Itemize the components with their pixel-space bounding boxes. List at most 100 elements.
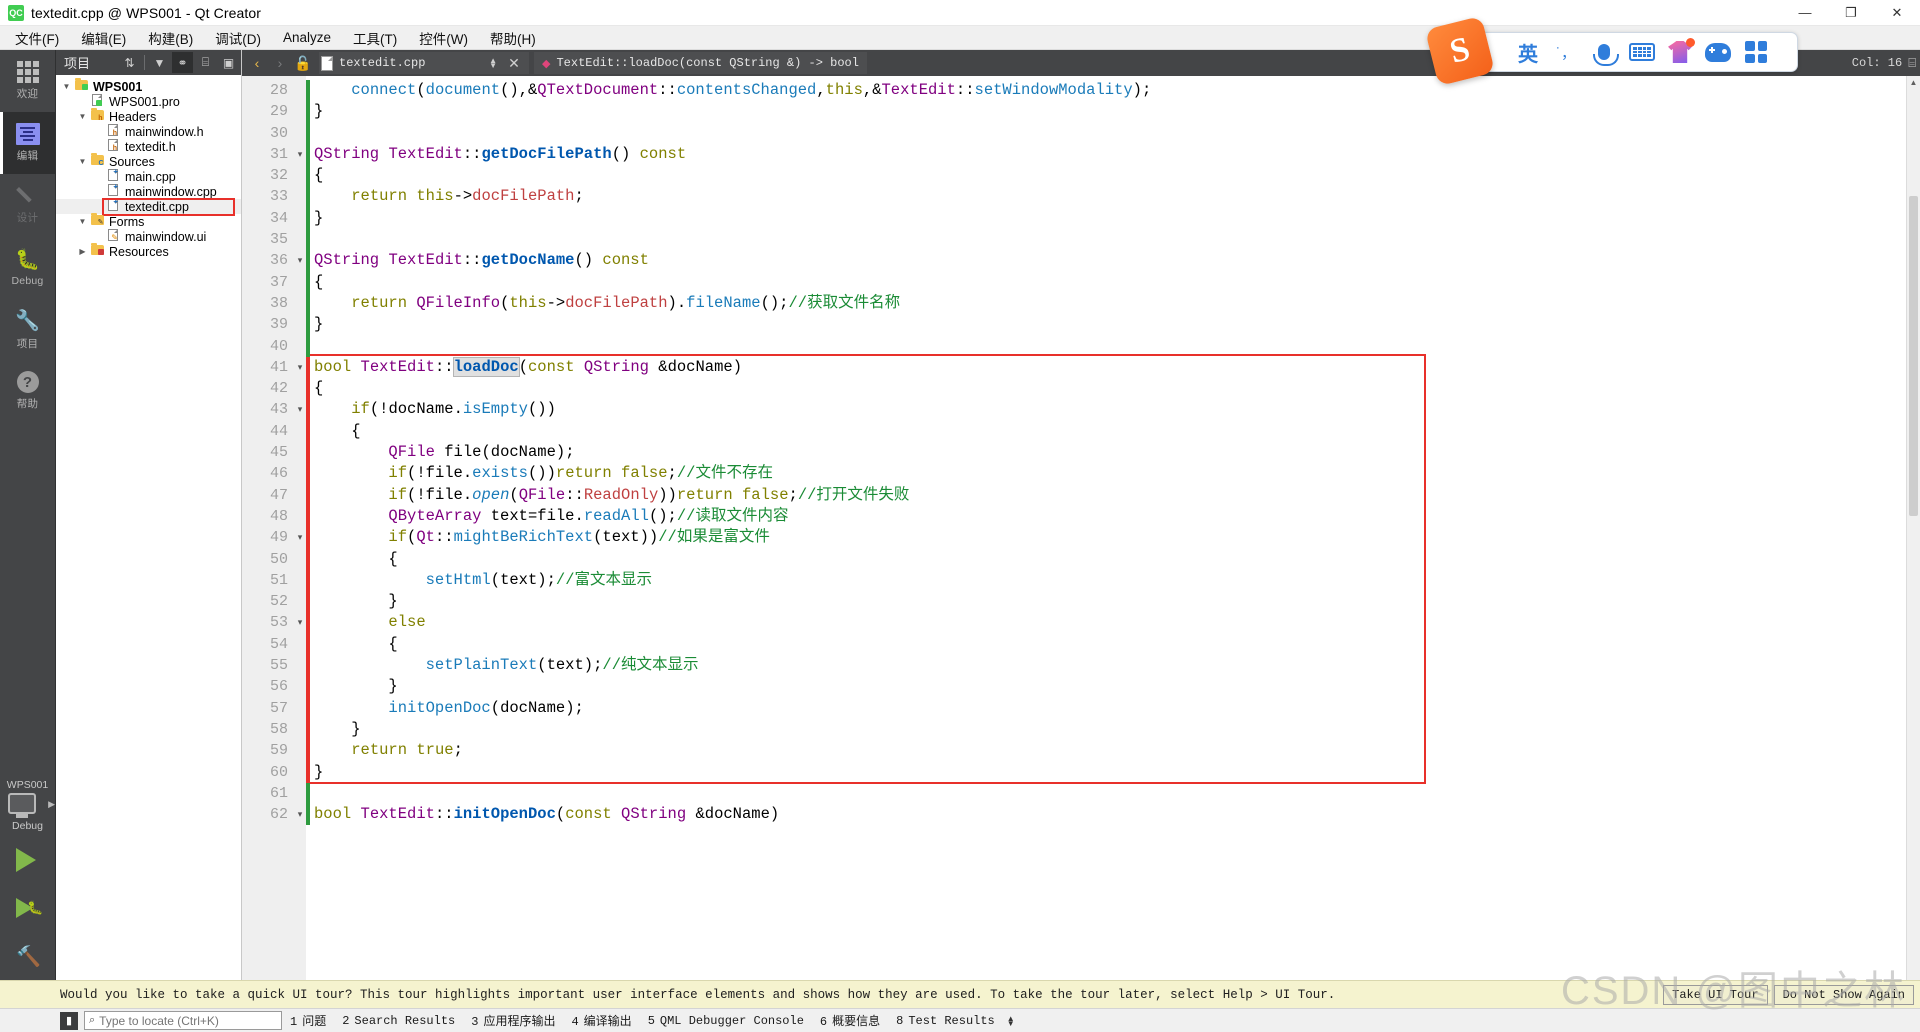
menu-item-6[interactable]: 控件(W) <box>408 25 479 51</box>
output-pane-button-1[interactable]: 1 问题 <box>282 1012 334 1029</box>
mode-projects[interactable]: 🔧 项目 <box>0 298 55 360</box>
tree-item-resources[interactable]: ▶ Resources <box>56 243 241 259</box>
expander-icon[interactable]: ▼ <box>76 157 89 166</box>
output-pane-chevron-icon[interactable]: ▲ ▼ <box>1007 1014 1015 1027</box>
toolbox-icon[interactable] <box>1739 37 1773 67</box>
code-line[interactable]: if(!file.exists())return false;//文件不存在 <box>310 463 1906 484</box>
fold-toggle-icon[interactable]: ▾ <box>294 250 306 271</box>
skin-icon[interactable] <box>1663 37 1697 67</box>
expander-icon[interactable]: ▶ <box>76 247 89 256</box>
code-line[interactable]: return QFileInfo(this->docFilePath).file… <box>310 293 1906 314</box>
voice-input-icon[interactable] <box>1587 37 1621 67</box>
locator[interactable]: ⌕ <box>84 1011 282 1030</box>
mode-edit[interactable]: 编辑 <box>0 112 55 174</box>
sogou-ime-toolbar[interactable]: S 英 ˙， <box>1424 15 1798 87</box>
locator-input[interactable] <box>99 1013 281 1028</box>
code-line[interactable]: } <box>310 762 1906 783</box>
mode-help[interactable]: ? 帮助 <box>0 360 55 422</box>
tree-item-sources[interactable]: ▼Sources <box>56 153 241 169</box>
tree-item-main-cpp[interactable]: main.cpp <box>56 167 241 184</box>
mode-debug[interactable]: 🐛 Debug <box>0 236 55 298</box>
menu-item-0[interactable]: 文件(F) <box>4 25 70 51</box>
close-document-icon[interactable]: ✕ <box>503 52 525 74</box>
tree-item-mainwindow-h[interactable]: mainwindow.h <box>56 124 241 139</box>
lock-icon[interactable]: 🔓 <box>292 52 314 74</box>
code-editor[interactable]: 28 29 30 31 32 33 34 35 36 37 38 39 40 41 42 43 44 45 46 47… <box>242 76 1920 980</box>
code-line[interactable]: { <box>310 165 1906 186</box>
code-line[interactable]: bool TextEdit::loadDoc(const QString &do… <box>310 356 1906 378</box>
open-documents-combo[interactable]: textedit.cpp ▲ ▼ ✕ <box>319 52 529 74</box>
code-line[interactable]: { <box>310 421 1906 442</box>
code-line[interactable]: { <box>310 378 1906 399</box>
code-line[interactable] <box>310 229 1906 250</box>
code-line[interactable] <box>310 123 1906 144</box>
code-line[interactable]: QString TextEdit::getDocFilePath() const <box>310 144 1906 165</box>
fold-toggle-icon[interactable]: ▾ <box>294 804 306 825</box>
code-line[interactable]: { <box>310 634 1906 655</box>
code-line[interactable]: setHtml(text);//富文本显示 <box>310 570 1906 591</box>
output-pane-button-4[interactable]: 4 编译输出 <box>563 1012 639 1029</box>
output-pane-button-5[interactable]: 5 QML Debugger Console <box>640 1014 812 1028</box>
output-pane-button-6[interactable]: 6 概要信息 <box>812 1012 888 1029</box>
code-line[interactable]: connect(document(),&QTextDocument::conte… <box>310 80 1906 101</box>
code-line[interactable]: } <box>310 101 1906 122</box>
menu-item-3[interactable]: 调试(D) <box>204 25 272 51</box>
tree-item-mainwindow-ui[interactable]: mainwindow.ui <box>56 229 241 244</box>
fold-marker-column[interactable]: ▾ ▾ ▾ ▾ ▾ ▾ ▾ <box>294 76 306 980</box>
navigate-back-button[interactable]: ‹ <box>246 52 268 74</box>
code-line[interactable]: } <box>310 591 1906 612</box>
symbol-combo[interactable]: ◆ TextEdit::loadDoc(const QString &) -> … <box>534 52 867 74</box>
fold-toggle-icon[interactable]: ▾ <box>294 144 306 165</box>
do-not-show-again-button[interactable]: Do Not Show Again <box>1773 984 1914 1005</box>
start-debugging-button[interactable]: 🐛 <box>0 884 55 932</box>
run-button[interactable] <box>0 836 55 884</box>
menu-item-2[interactable]: 构建(B) <box>137 25 204 51</box>
scroll-up-arrow[interactable]: ▲ <box>1907 76 1920 90</box>
output-pane-button-2[interactable]: 2 Search Results <box>334 1014 463 1028</box>
sync-selector-icon[interactable]: ⇅ <box>119 52 140 73</box>
close-button[interactable]: ✕ <box>1874 0 1920 26</box>
code-line[interactable]: } <box>310 314 1906 335</box>
language-mode-icon[interactable]: 英 <box>1511 37 1545 67</box>
minimize-button[interactable]: — <box>1782 0 1828 26</box>
editor-vertical-scrollbar[interactable]: ▲ <box>1906 76 1920 980</box>
code-line[interactable]: } <box>310 208 1906 229</box>
tree-item-mainwindow-cpp[interactable]: mainwindow.cpp <box>56 182 241 199</box>
tree-item-wps001[interactable]: ▼ WPS001 <box>56 78 241 94</box>
split-icon[interactable]: ⌸ <box>195 52 216 73</box>
fold-toggle-icon[interactable]: ▾ <box>294 399 306 420</box>
game-icon[interactable] <box>1701 37 1735 67</box>
expander-icon[interactable]: ▼ <box>76 112 89 121</box>
scrollbar-thumb[interactable] <box>1909 196 1918 516</box>
code-line[interactable]: else <box>310 612 1906 633</box>
code-line[interactable]: if(!file.open(QFile::ReadOnly))return fa… <box>310 485 1906 506</box>
code-line[interactable]: } <box>310 719 1906 740</box>
fold-toggle-icon[interactable]: ▾ <box>294 612 306 633</box>
code-line[interactable]: bool TextEdit::initOpenDoc(const QString… <box>310 804 1906 825</box>
tree-item-textedit-h[interactable]: textedit.h <box>56 139 241 154</box>
code-line[interactable] <box>310 336 1906 357</box>
code-line[interactable]: setPlainText(text);//纯文本显示 <box>310 655 1906 676</box>
code-line[interactable]: initOpenDoc(docName); <box>310 698 1906 719</box>
chevron-updown-icon[interactable]: ▲ ▼ <box>489 57 497 70</box>
code-line[interactable] <box>310 783 1906 804</box>
take-ui-tour-button[interactable]: Take UI Tour <box>1663 984 1768 1005</box>
code-line[interactable]: return true; <box>310 740 1906 761</box>
link-icon[interactable]: ⚭ <box>172 52 193 73</box>
output-pane-button-8[interactable]: 8 Test Results <box>888 1014 1003 1028</box>
menu-item-7[interactable]: 帮助(H) <box>479 25 547 51</box>
mode-welcome[interactable]: 欢迎 <box>0 50 55 112</box>
output-pane-button-3[interactable]: 3 应用程序输出 <box>463 1012 563 1029</box>
code-line[interactable]: if(Qt::mightBeRichText(text))//如果是富文件 <box>310 527 1906 548</box>
menu-item-1[interactable]: 编辑(E) <box>70 25 137 51</box>
soft-keyboard-icon[interactable] <box>1625 37 1659 67</box>
tree-item-wps001-pro[interactable]: WPS001.pro <box>56 94 241 109</box>
code-line[interactable]: QByteArray text=file.readAll();//读取文件内容 <box>310 506 1906 527</box>
code-line[interactable]: { <box>310 272 1906 293</box>
punctuation-icon[interactable]: ˙， <box>1549 37 1583 67</box>
filter-icon[interactable]: ▼ <box>149 52 170 73</box>
menu-item-4[interactable]: Analyze <box>272 27 342 48</box>
code-line[interactable]: QString TextEdit::getDocName() const <box>310 250 1906 271</box>
fold-toggle-icon[interactable]: ▾ <box>294 357 306 378</box>
split-editor-icon[interactable]: ⌸ <box>1908 55 1916 71</box>
